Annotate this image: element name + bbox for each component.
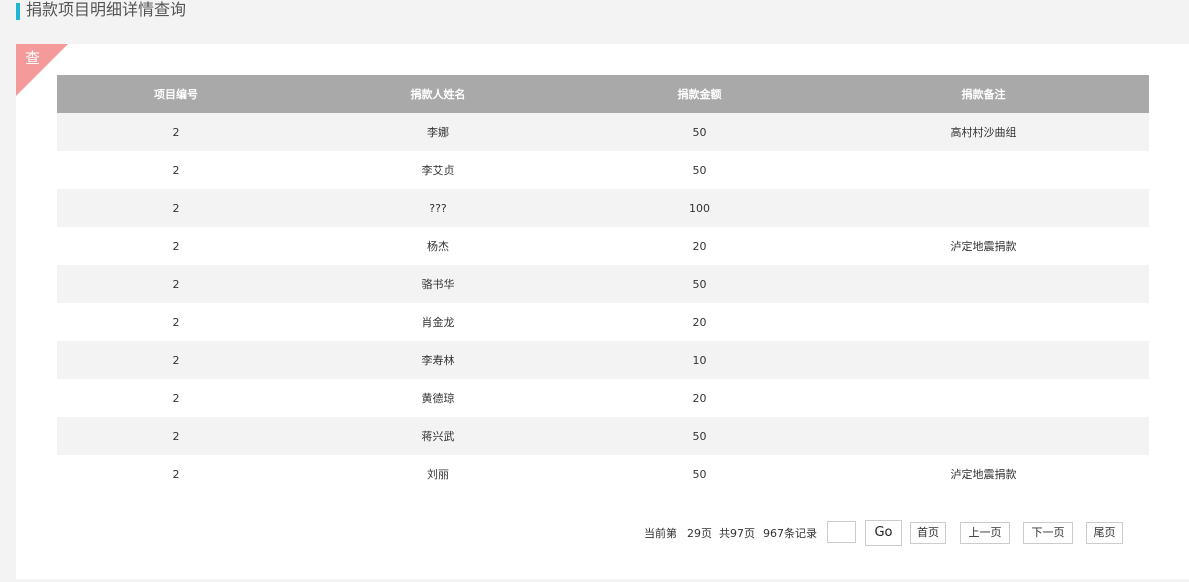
column-header-remark: 捐款备注 [818, 75, 1149, 113]
pagination-total-records: 967条记录 [763, 527, 817, 540]
cell-project-id: 2 [57, 113, 295, 151]
go-button[interactable]: Go [865, 520, 902, 546]
pagination-total-pages: 共97页 [719, 527, 755, 540]
table-row: 2 骆书华 50 [57, 265, 1149, 303]
cell-donor-name: 骆书华 [295, 265, 581, 303]
cell-donor-name: ??? [295, 189, 581, 227]
cell-remark: 泸定地震捐款 [818, 227, 1149, 265]
cell-remark [818, 417, 1149, 455]
cell-project-id: 2 [57, 303, 295, 341]
first-page-button[interactable]: 首页 [910, 522, 946, 544]
table-row: 2 黄德琼 20 [57, 379, 1149, 417]
donation-detail-table: 项目编号 捐款人姓名 捐款金额 捐款备注 2 李娜 50 高村村沙曲组 2 李艾… [57, 75, 1149, 493]
cell-amount: 50 [581, 455, 818, 493]
cell-amount: 20 [581, 379, 818, 417]
table-row: 2 肖金龙 20 [57, 303, 1149, 341]
cell-donor-name: 刘丽 [295, 455, 581, 493]
table-row: 2 李娜 50 高村村沙曲组 [57, 113, 1149, 151]
cell-project-id: 2 [57, 341, 295, 379]
column-header-amount: 捐款金额 [581, 75, 818, 113]
cell-project-id: 2 [57, 379, 295, 417]
cell-remark [818, 303, 1149, 341]
cell-project-id: 2 [57, 455, 295, 493]
table-row: 2 李寿林 10 [57, 341, 1149, 379]
pagination-current-label: 当前第 [644, 527, 677, 540]
page-title: 捐款项目明细详情查询 [26, 0, 187, 19]
query-badge-label: 查 [25, 49, 41, 67]
cell-project-id: 2 [57, 265, 295, 303]
cell-donor-name: 李寿林 [295, 341, 581, 379]
table-row: 2 蒋兴武 50 [57, 417, 1149, 455]
cell-remark [818, 341, 1149, 379]
cell-amount: 100 [581, 189, 818, 227]
column-header-donor-name: 捐款人姓名 [295, 75, 581, 113]
cell-donor-name: 李艾贞 [295, 151, 581, 189]
table-header-row: 项目编号 捐款人姓名 捐款金额 捐款备注 [57, 75, 1149, 113]
cell-project-id: 2 [57, 227, 295, 265]
cell-remark [818, 189, 1149, 227]
cell-amount: 50 [581, 151, 818, 189]
content-card: 查 项目编号 捐款人姓名 捐款金额 捐款备注 2 李娜 50 高村村沙曲组 2 … [16, 44, 1189, 579]
pagination-current-page: 29页 [687, 527, 712, 540]
prev-page-button[interactable]: 上一页 [960, 522, 1010, 544]
cell-amount: 20 [581, 227, 818, 265]
cell-project-id: 2 [57, 151, 295, 189]
cell-amount: 10 [581, 341, 818, 379]
cell-remark: 泸定地震捐款 [818, 455, 1149, 493]
title-accent-bar [16, 3, 20, 20]
pagination-bar: 当前第 29页 共97页 967条记录 Go 首页 上一页 下一页 尾页 [16, 519, 1189, 547]
table-row: 2 杨杰 20 泸定地震捐款 [57, 227, 1149, 265]
next-page-button[interactable]: 下一页 [1023, 522, 1073, 544]
cell-amount: 50 [581, 265, 818, 303]
cell-remark [818, 379, 1149, 417]
cell-donor-name: 肖金龙 [295, 303, 581, 341]
page-jump-input[interactable] [827, 521, 856, 543]
cell-remark [818, 265, 1149, 303]
table-row: 2 ??? 100 [57, 189, 1149, 227]
cell-donor-name: 杨杰 [295, 227, 581, 265]
table-row: 2 李艾贞 50 [57, 151, 1149, 189]
page-header: 捐款项目明细详情查询 [0, 0, 1189, 44]
cell-project-id: 2 [57, 417, 295, 455]
cell-amount: 20 [581, 303, 818, 341]
column-header-project-id: 项目编号 [57, 75, 295, 113]
cell-amount: 50 [581, 113, 818, 151]
cell-donor-name: 李娜 [295, 113, 581, 151]
cell-amount: 50 [581, 417, 818, 455]
table-row: 2 刘丽 50 泸定地震捐款 [57, 455, 1149, 493]
cell-donor-name: 蒋兴武 [295, 417, 581, 455]
cell-remark: 高村村沙曲组 [818, 113, 1149, 151]
last-page-button[interactable]: 尾页 [1086, 522, 1123, 544]
cell-remark [818, 151, 1149, 189]
cell-donor-name: 黄德琼 [295, 379, 581, 417]
cell-project-id: 2 [57, 189, 295, 227]
